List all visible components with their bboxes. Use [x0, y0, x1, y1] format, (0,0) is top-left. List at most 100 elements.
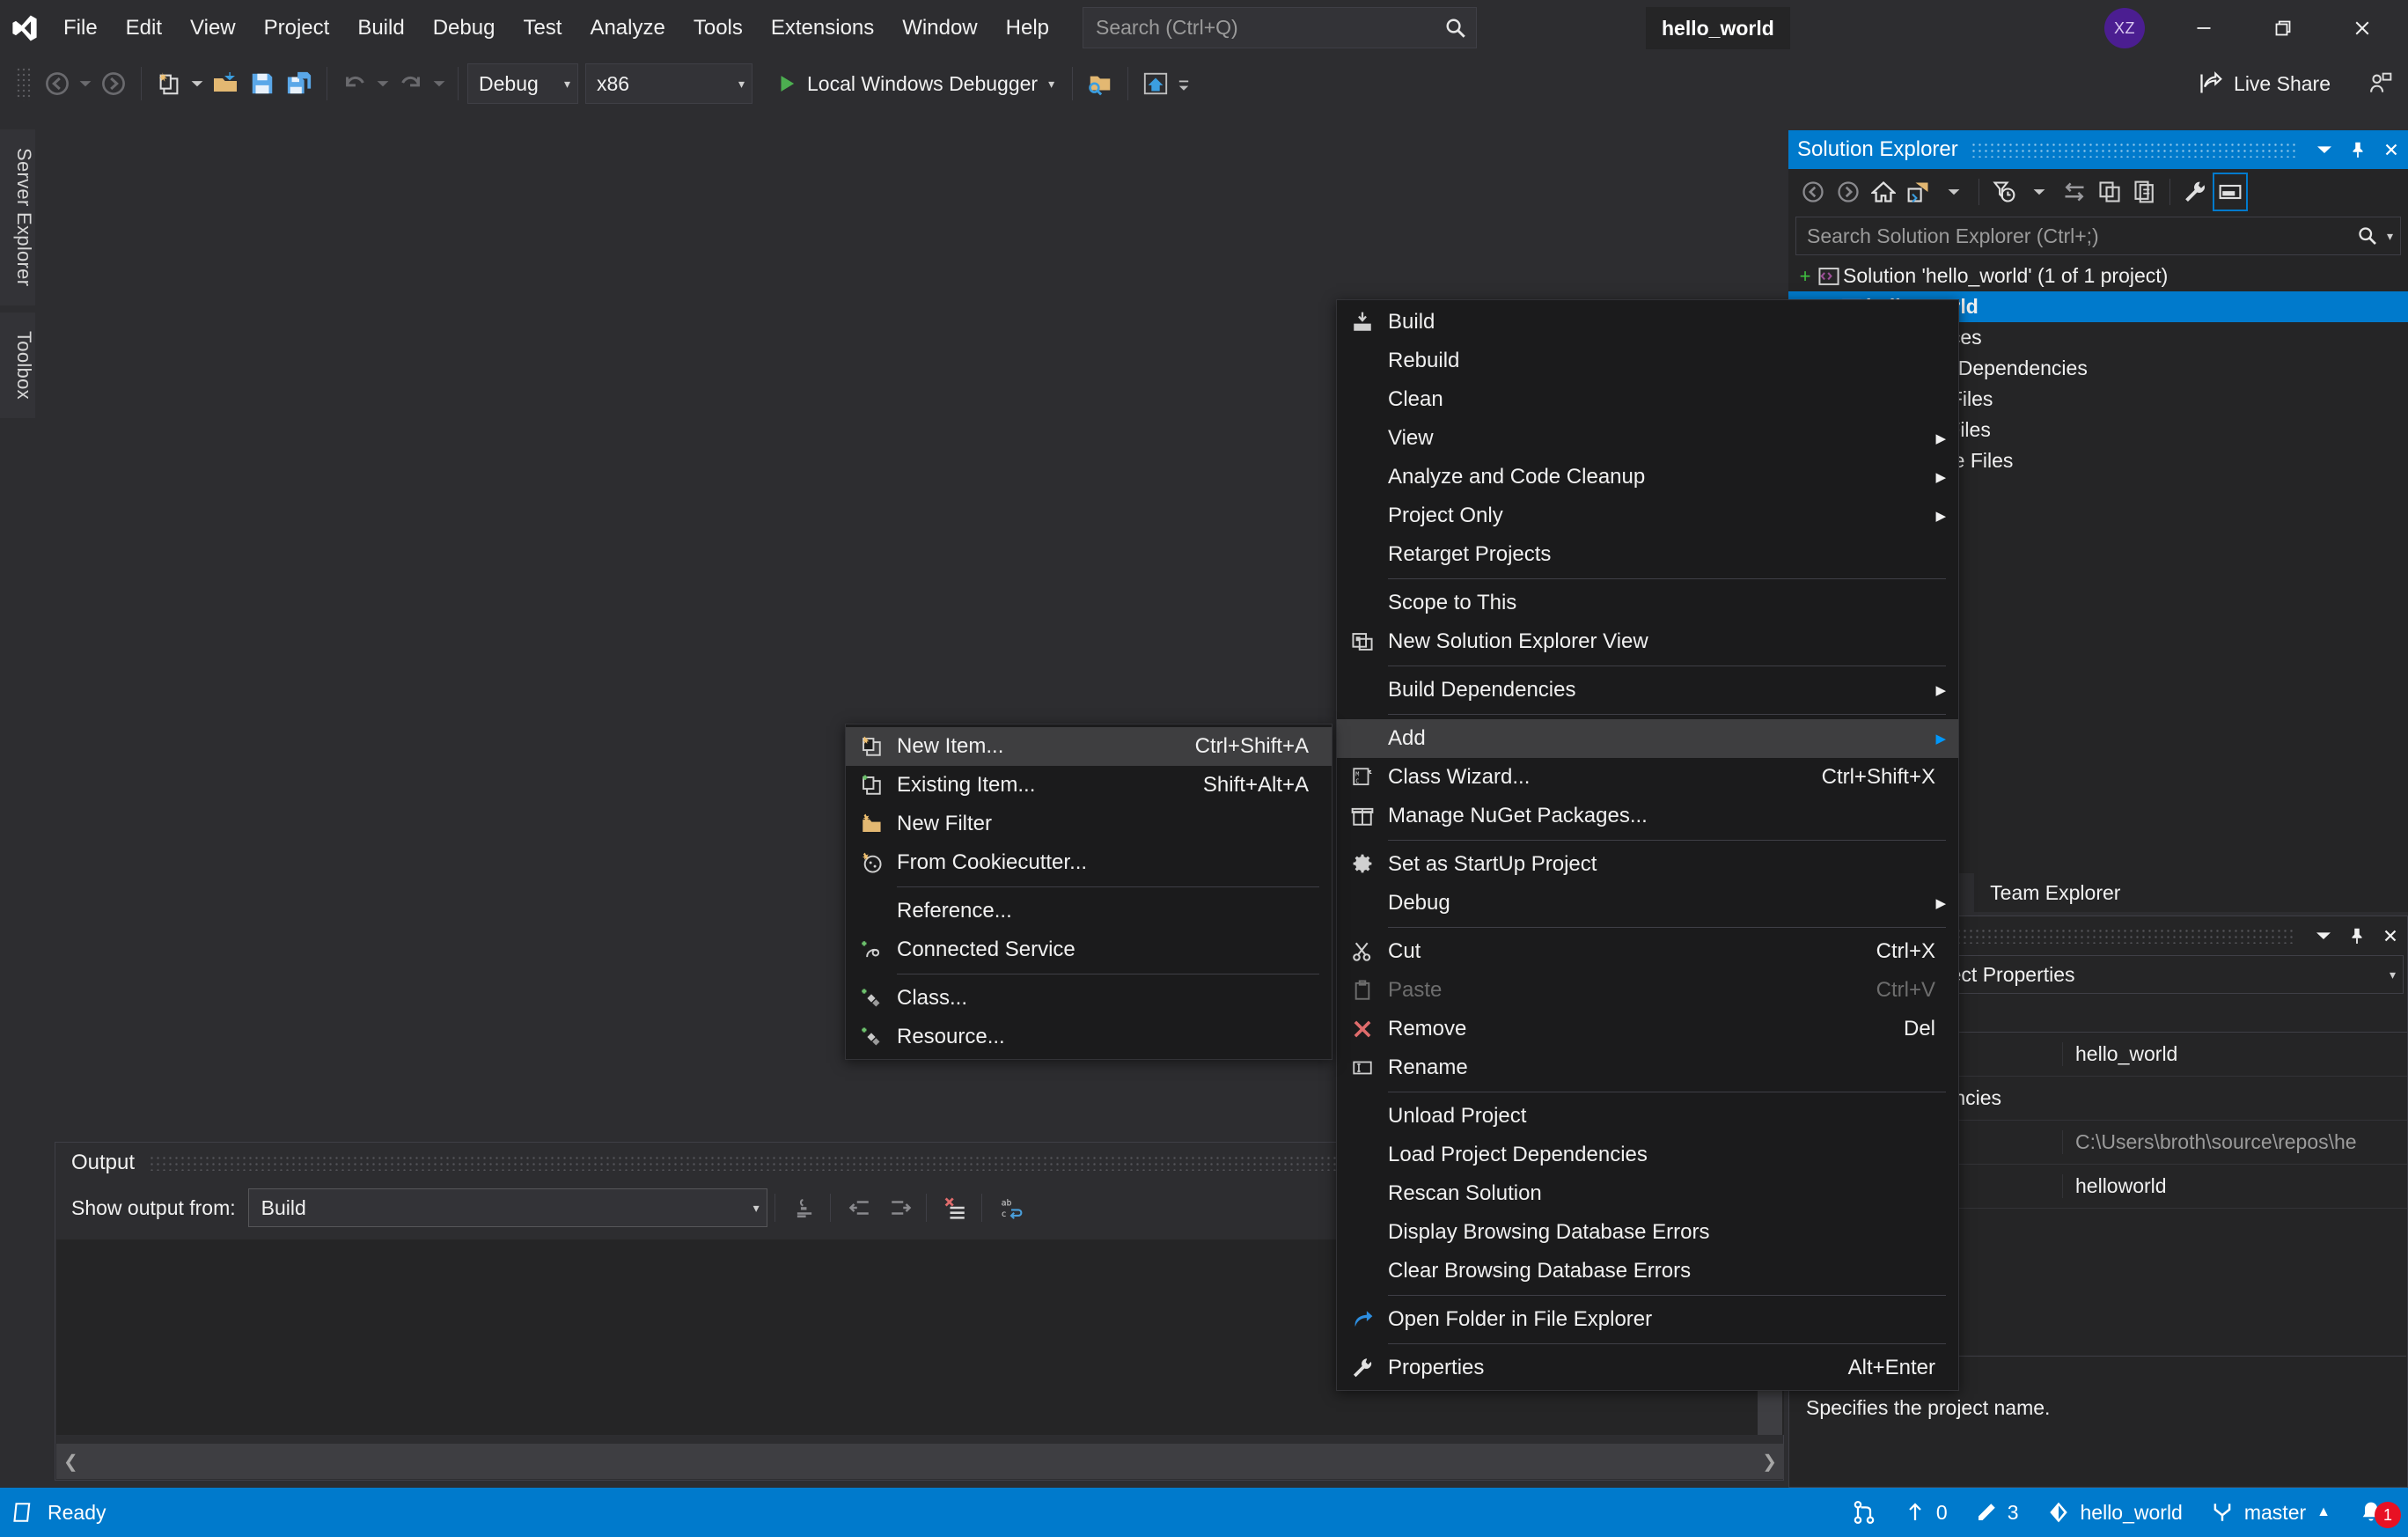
- collapse-all-button[interactable]: [2092, 173, 2127, 211]
- redo-button[interactable]: [393, 63, 429, 104]
- scroll-left-icon[interactable]: ❮: [63, 1451, 78, 1473]
- context-menu-item-build-dependencies[interactable]: Build Dependencies ▶: [1337, 671, 1958, 710]
- context-menu-item-debug[interactable]: Debug ▶: [1337, 884, 1958, 923]
- new-project-button[interactable]: [150, 63, 187, 104]
- pending-changes-cell[interactable]: 3: [1962, 1488, 2033, 1537]
- save-all-button[interactable]: [281, 63, 318, 104]
- undo-dropdown[interactable]: [373, 63, 393, 104]
- avatar[interactable]: XZ: [2104, 8, 2145, 48]
- switch-views-dropdown[interactable]: [1936, 173, 1971, 211]
- tree-row-solution[interactable]: + Solution 'hello_world' (1 of 1 project…: [1788, 261, 2408, 291]
- panel-close-button[interactable]: [2375, 130, 2408, 169]
- property-value[interactable]: helloworld: [2062, 1174, 2407, 1198]
- menu-file[interactable]: File: [49, 0, 112, 55]
- source-control-icon-cell[interactable]: [1838, 1488, 1890, 1537]
- home-button[interactable]: [1866, 173, 1901, 211]
- show-all-files-button[interactable]: [2127, 173, 2162, 211]
- context-menu-item-rename[interactable]: Rename: [1337, 1048, 1958, 1087]
- new-project-dropdown[interactable]: [187, 63, 207, 104]
- solution-explorer-search-input[interactable]: Search Solution Explorer (Ctrl+;) ▾: [1795, 217, 2401, 255]
- menu-window[interactable]: Window: [888, 0, 991, 55]
- sync-with-active-document-button[interactable]: [2057, 173, 2092, 211]
- clear-output-button[interactable]: [937, 1188, 974, 1227]
- add-submenu-item-reference[interactable]: Reference...: [846, 892, 1332, 930]
- add-submenu-item-connected-service[interactable]: Connected Service: [846, 930, 1332, 969]
- context-menu-item-add[interactable]: Add ▶: [1337, 719, 1958, 758]
- nav-back-button[interactable]: [1795, 173, 1831, 211]
- panel-close-button[interactable]: [2374, 916, 2407, 955]
- sidebar-item-toolbox[interactable]: Toolbox: [0, 313, 35, 418]
- navigate-forward-button[interactable]: [95, 63, 132, 104]
- go-to-next-message-button[interactable]: [882, 1188, 919, 1227]
- menu-view[interactable]: View: [176, 0, 250, 55]
- menu-tools[interactable]: Tools: [679, 0, 757, 55]
- navigate-back-button[interactable]: [39, 63, 76, 104]
- open-file-button[interactable]: [207, 63, 244, 104]
- undo-button[interactable]: [336, 63, 373, 104]
- panel-drag-dots[interactable]: [1906, 928, 2294, 944]
- context-menu-item-new-solution-explorer-view[interactable]: New Solution Explorer View: [1337, 622, 1958, 661]
- maximize-button[interactable]: [2246, 0, 2320, 55]
- context-menu-item-analyze-and-code-cleanup[interactable]: Analyze and Code Cleanup ▶: [1337, 458, 1958, 496]
- menu-analyze[interactable]: Analyze: [576, 0, 679, 55]
- menu-build[interactable]: Build: [343, 0, 418, 55]
- context-menu-item-remove[interactable]: Remove Del: [1337, 1010, 1958, 1048]
- context-menu-item-unload-project[interactable]: Unload Project: [1337, 1097, 1958, 1136]
- context-menu-item-clear-browsing-database-errors[interactable]: Clear Browsing Database Errors: [1337, 1252, 1958, 1291]
- context-menu-item-open-folder-in-file-explorer[interactable]: Open Folder in File Explorer: [1337, 1300, 1958, 1339]
- property-value[interactable]: C:\Users\broth\source\repos\he: [2062, 1130, 2407, 1154]
- context-menu-item-scope-to-this[interactable]: Scope to This: [1337, 584, 1958, 622]
- context-menu-item-cut[interactable]: Cut Ctrl+X: [1337, 932, 1958, 971]
- solution-explorer-home-button[interactable]: [1137, 63, 1174, 104]
- start-debugging-button[interactable]: Local Windows Debugger ▾: [767, 63, 1063, 104]
- context-menu-item-clean[interactable]: Clean: [1337, 380, 1958, 419]
- find-message-button[interactable]: [786, 1188, 823, 1227]
- redo-dropdown[interactable]: [429, 63, 449, 104]
- add-submenu-item-existing-item[interactable]: Existing Item... Shift+Alt+A: [846, 766, 1332, 805]
- go-to-previous-message-button[interactable]: [841, 1188, 878, 1227]
- panel-drag-dots[interactable]: [1970, 142, 2295, 158]
- minimize-button[interactable]: [2167, 0, 2241, 55]
- unpushed-commits-cell[interactable]: 0: [1890, 1488, 1962, 1537]
- add-submenu-item-new-filter[interactable]: New Filter: [846, 805, 1332, 843]
- menu-edit[interactable]: Edit: [112, 0, 176, 55]
- context-menu-item-paste[interactable]: Paste Ctrl+V: [1337, 971, 1958, 1010]
- feedback-button[interactable]: [2362, 63, 2399, 104]
- context-menu-item-project-only[interactable]: Project Only ▶: [1337, 496, 1958, 535]
- close-button[interactable]: [2325, 0, 2399, 55]
- add-submenu-item-resource[interactable]: Resource...: [846, 1018, 1332, 1056]
- solution-configuration-combo[interactable]: Debug ▾: [467, 63, 578, 104]
- output-source-combo[interactable]: Build ▾: [247, 1188, 767, 1227]
- save-button[interactable]: [244, 63, 281, 104]
- expander-icon[interactable]: +: [1795, 265, 1815, 288]
- nav-forward-button[interactable]: [1831, 173, 1866, 211]
- quick-search-input[interactable]: Search (Ctrl+Q): [1083, 7, 1477, 48]
- context-menu-item-display-browsing-database-errors[interactable]: Display Browsing Database Errors: [1337, 1213, 1958, 1252]
- tab-team-explorer[interactable]: Team Explorer: [1974, 873, 2137, 912]
- panel-pin-button[interactable]: [2340, 916, 2374, 955]
- filter-dropdown[interactable]: [2022, 173, 2057, 211]
- panel-menu-button[interactable]: [2307, 916, 2340, 955]
- menu-extensions[interactable]: Extensions: [757, 0, 888, 55]
- panel-menu-button[interactable]: [2308, 130, 2341, 169]
- toolbar-overflow-button[interactable]: [1174, 63, 1193, 104]
- add-submenu-item-from-cookiecutter[interactable]: From Cookiecutter...: [846, 843, 1332, 882]
- sidebar-item-server-explorer[interactable]: Server Explorer: [0, 129, 35, 305]
- context-menu-item-properties[interactable]: Properties Alt+Enter: [1337, 1349, 1958, 1387]
- context-menu-item-set-as-startup-project[interactable]: Set as StartUp Project: [1337, 845, 1958, 884]
- navigate-back-dropdown[interactable]: [76, 63, 95, 104]
- context-menu-item-rescan-solution[interactable]: Rescan Solution: [1337, 1174, 1958, 1213]
- context-menu-item-build[interactable]: Build: [1337, 303, 1958, 342]
- menu-help[interactable]: Help: [992, 0, 1063, 55]
- property-value[interactable]: hello_world: [2062, 1042, 2407, 1066]
- menu-test[interactable]: Test: [509, 0, 576, 55]
- panel-pin-button[interactable]: [2341, 130, 2375, 169]
- pending-changes-filter-button[interactable]: [1986, 173, 2022, 211]
- context-menu-item-view[interactable]: View ▶: [1337, 419, 1958, 458]
- branch-cell[interactable]: master ▲: [2197, 1488, 2345, 1537]
- live-share-button[interactable]: Live Share: [2190, 63, 2339, 104]
- toolbar-grip[interactable]: [16, 67, 32, 100]
- repository-cell[interactable]: hello_world: [2033, 1488, 2197, 1537]
- menu-project[interactable]: Project: [250, 0, 344, 55]
- add-submenu-item-new-item[interactable]: New Item... Ctrl+Shift+A: [846, 727, 1332, 766]
